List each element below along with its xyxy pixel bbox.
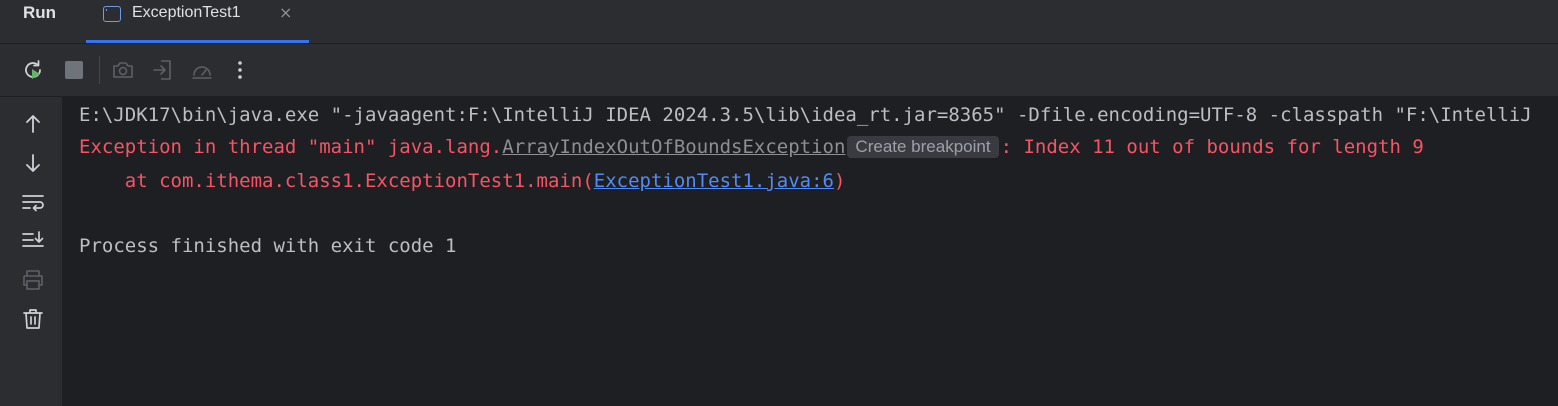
tool-window-header: Run ExceptionTest1 × (0, 0, 1558, 44)
arrow-up-icon[interactable] (20, 111, 46, 137)
camera-icon (111, 58, 135, 82)
arrow-down-icon[interactable] (20, 150, 46, 176)
stack-frame-prefix: at com.ithema.class1.ExceptionTest1.main… (79, 170, 594, 192)
run-tool-window-title: Run (23, 3, 57, 22)
rerun-icon[interactable] (21, 58, 45, 82)
profiler-gauge-icon (190, 58, 214, 82)
soft-wrap-icon[interactable] (20, 190, 46, 216)
print-icon (20, 267, 46, 293)
close-icon[interactable]: × (279, 3, 292, 22)
exception-class-link[interactable]: ArrayIndexOutOfBoundsException (502, 136, 845, 158)
toolbar-separator (99, 56, 100, 84)
stack-frame-suffix: ) (833, 170, 846, 192)
trash-icon[interactable] (20, 306, 46, 332)
source-location-link[interactable]: ExceptionTest1.java:6 (594, 170, 834, 192)
console-window-icon (103, 6, 121, 22)
tab-exceptiontest1[interactable]: ExceptionTest1 × (86, 0, 309, 43)
console-output[interactable]: E:\JDK17\bin\java.exe "-javaagent:F:\Int… (62, 97, 1558, 406)
more-icon[interactable] (228, 58, 252, 82)
console-side-toolbar (0, 97, 62, 406)
create-breakpoint-button[interactable]: Create breakpoint (847, 136, 999, 158)
process-status-text: Process finished with exit code 1 (79, 235, 457, 257)
command-line-text: E:\JDK17\bin\java.exe "-javaagent:F:\Int… (79, 104, 1532, 126)
exception-line: Exception in thread "main" java.lang.Arr… (79, 136, 1424, 158)
tab-title: ExceptionTest1 (132, 4, 241, 21)
exception-prefix: Exception in thread "main" java.lang. (79, 136, 503, 158)
stop-icon (62, 58, 86, 82)
scroll-to-end-icon[interactable] (20, 228, 46, 254)
exception-message: : Index 11 out of bounds for length 9 (1000, 136, 1424, 158)
run-toolbar (0, 44, 1558, 97)
stack-frame-line: at com.ithema.class1.ExceptionTest1.main… (79, 170, 846, 192)
exit-icon (151, 58, 175, 82)
